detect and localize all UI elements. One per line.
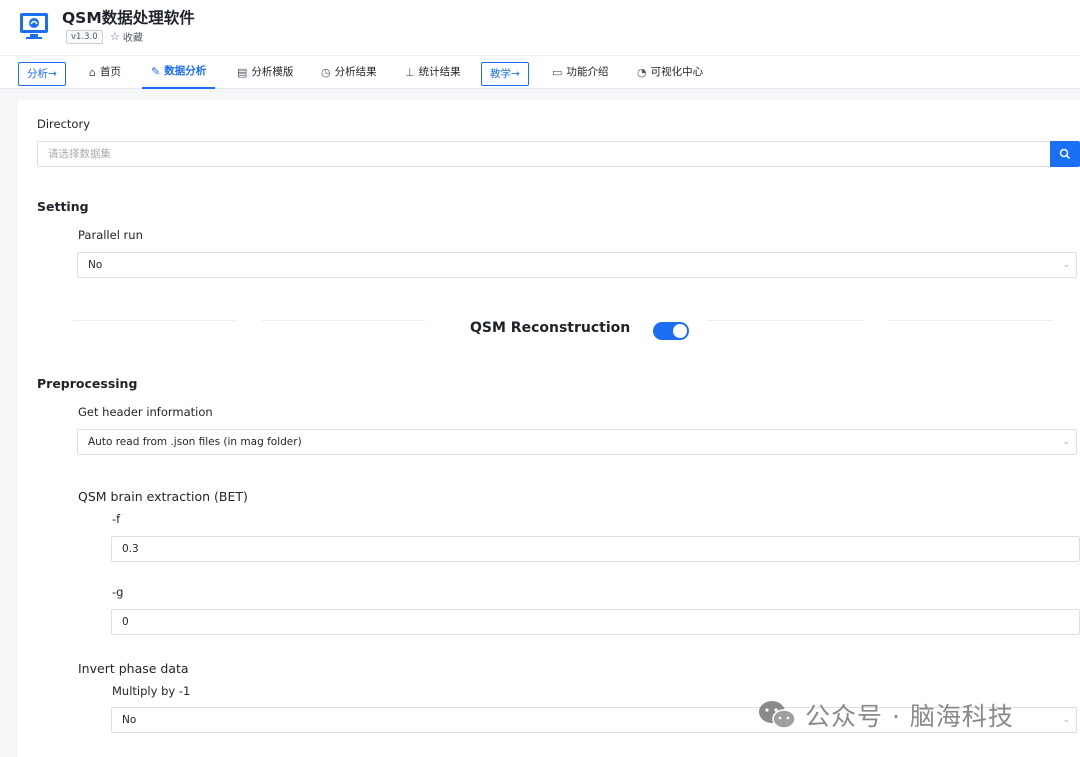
qsm-reconstruction-title: QSM Reconstruction	[470, 320, 631, 336]
nav-item-visualization[interactable]: ◔ 可视化中心	[637, 56, 703, 89]
parallel-run-label: Parallel run	[78, 228, 143, 242]
parallel-run-select[interactable]: No ⌄	[77, 252, 1077, 278]
header-info-value: Auto read from .json files (in mag folde…	[88, 436, 302, 448]
nav-item-label: 可视化中心	[650, 66, 704, 78]
wechat-icon	[759, 701, 796, 729]
clock-icon: ◷	[321, 66, 331, 79]
star-icon: ☆	[110, 30, 120, 43]
nav-item-data-analysis[interactable]: ✎ 数据分析	[142, 56, 216, 89]
preprocessing-title: Preprocessing	[37, 376, 138, 391]
nav-item-label: 分析模版	[251, 66, 294, 78]
invert-phase-title: Invert phase data	[78, 661, 189, 676]
bar-chart-icon: ⊥	[405, 66, 415, 79]
bet-title: QSM brain extraction (BET)	[78, 489, 248, 504]
document-icon: ▤	[237, 66, 248, 79]
watermark: 公众号 · 脑海科技	[757, 697, 1014, 733]
divider	[707, 320, 864, 321]
edit-icon: ✎	[151, 65, 161, 78]
nav-item-label: 统计结果	[418, 66, 461, 78]
teach-button[interactable]: 教学→	[481, 62, 529, 86]
divider	[888, 320, 1053, 321]
home-icon: ⌂	[89, 66, 96, 79]
app-logo-icon	[20, 13, 48, 39]
nav-item-features[interactable]: ▭ 功能介绍	[552, 56, 608, 89]
setting-title: Setting	[37, 199, 89, 214]
pie-icon: ◔	[637, 66, 647, 79]
multiply-value: No	[122, 714, 137, 726]
app-header: QSM数据处理软件 v1.3.0 ☆ 收藏	[0, 0, 1080, 55]
f-label: -f	[112, 512, 121, 526]
directory-label: Directory	[37, 117, 91, 131]
app-title: QSM数据处理软件	[62, 9, 195, 27]
chevron-down-icon: ⌄	[1062, 260, 1070, 270]
directory-input[interactable]: 请选择数据集	[37, 141, 1051, 167]
search-icon	[1059, 148, 1071, 160]
top-nav: 分析→ ⌂ 首页 ✎ 数据分析 ▤ 分析模版 ◷ 分析结果 ⊥ 统计结果 教学→…	[0, 55, 1080, 89]
toggle-knob	[673, 324, 687, 338]
directory-search-button[interactable]	[1050, 141, 1080, 167]
g-input[interactable]: 0	[111, 609, 1080, 635]
parallel-run-value: No	[88, 259, 103, 271]
multiply-label: Multiply by -1	[112, 684, 191, 698]
watermark-text: 公众号 · 脑海科技	[805, 702, 1014, 731]
chevron-down-icon: ⌄	[1062, 437, 1070, 447]
main-panel: Directory 请选择数据集 Setting Parallel run No…	[18, 100, 1080, 757]
nav-item-results[interactable]: ◷ 分析结果	[321, 56, 377, 89]
chevron-down-icon: ⌄	[1062, 715, 1070, 725]
version-badge: v1.3.0	[66, 30, 103, 44]
nav-item-label: 数据分析	[164, 65, 207, 77]
nav-item-label: 首页	[99, 66, 121, 78]
monitor-icon: ▭	[552, 66, 563, 79]
divider	[262, 320, 425, 321]
nav-item-label: 分析结果	[334, 66, 377, 78]
favorite-button[interactable]: ☆ 收藏	[110, 29, 143, 44]
nav-item-home[interactable]: ⌂ 首页	[89, 56, 121, 89]
favorite-label: 收藏	[122, 33, 143, 44]
analysis-button[interactable]: 分析→	[18, 62, 66, 86]
divider	[73, 320, 236, 321]
qsm-reconstruction-toggle[interactable]	[653, 322, 689, 340]
header-info-select[interactable]: Auto read from .json files (in mag folde…	[77, 429, 1077, 455]
f-input[interactable]: 0.3	[111, 536, 1080, 562]
nav-item-statistics[interactable]: ⊥ 统计结果	[405, 56, 461, 89]
g-label: -g	[112, 585, 124, 599]
nav-item-label: 功能介绍	[566, 66, 609, 78]
nav-item-templates[interactable]: ▤ 分析模版	[237, 56, 293, 89]
header-info-label: Get header information	[78, 405, 213, 419]
